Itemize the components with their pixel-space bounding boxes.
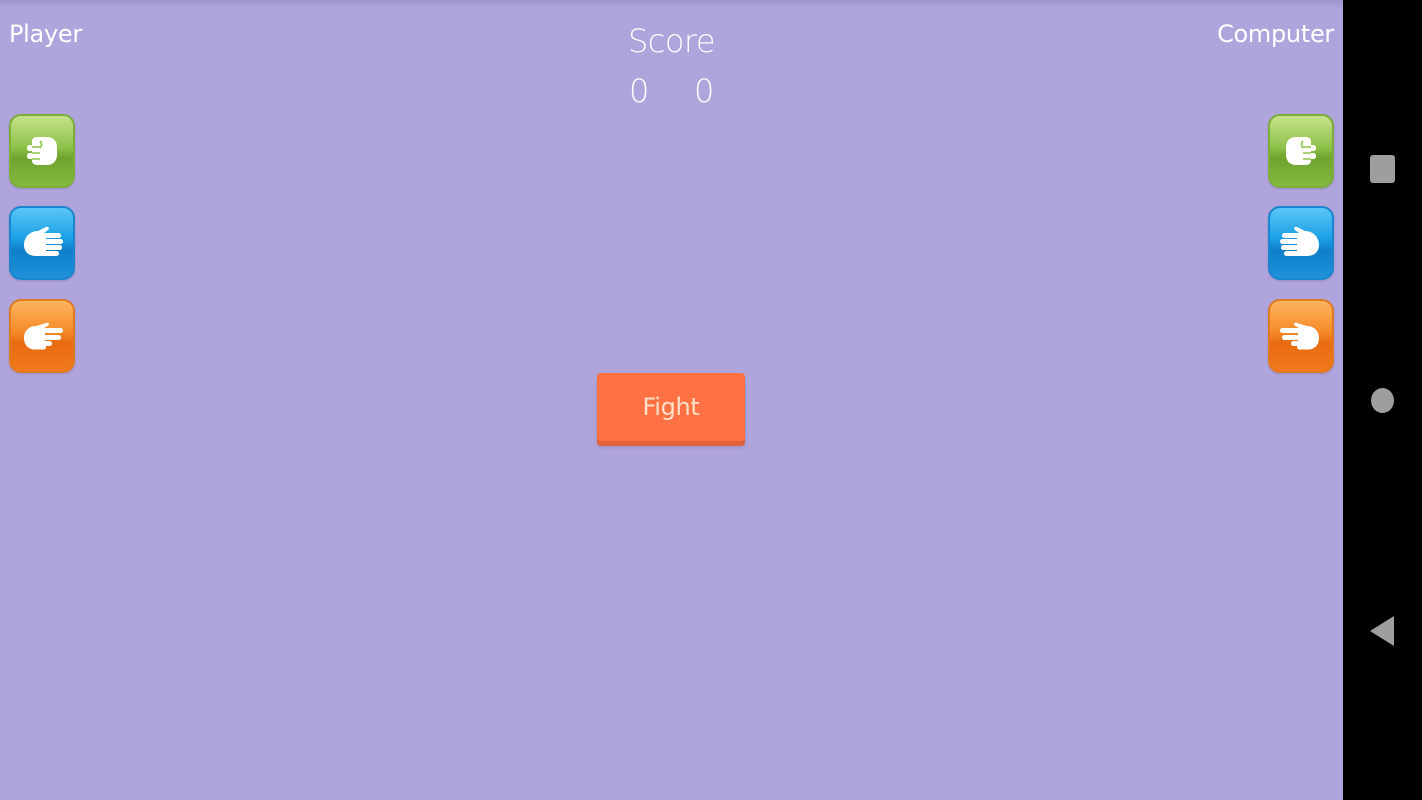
back-icon[interactable]	[1370, 616, 1394, 646]
open-hand-icon	[1280, 226, 1319, 256]
game-area: Player Computer Score 0 0 Fight	[0, 0, 1343, 800]
scissors-hand-icon	[24, 322, 63, 350]
android-navigation-bar	[1343, 0, 1422, 800]
computer-scissors-choice	[1268, 299, 1334, 373]
recents-icon[interactable]	[1370, 155, 1395, 183]
computer-paper-choice	[1268, 206, 1334, 280]
player-rock-button[interactable]	[9, 114, 75, 188]
computer-rock-choice	[1268, 114, 1334, 188]
open-hand-icon	[24, 226, 63, 256]
fight-button[interactable]: Fight	[597, 373, 745, 441]
fist-icon	[1286, 137, 1316, 165]
player-score: 0	[629, 72, 650, 110]
fist-icon	[27, 137, 57, 165]
scissors-hand-icon	[1280, 322, 1319, 350]
home-icon[interactable]	[1371, 388, 1394, 413]
player-scissors-button[interactable]	[9, 299, 75, 373]
computer-score: 0	[694, 72, 715, 110]
player-paper-button[interactable]	[9, 206, 75, 280]
score-title: Score	[627, 22, 716, 60]
